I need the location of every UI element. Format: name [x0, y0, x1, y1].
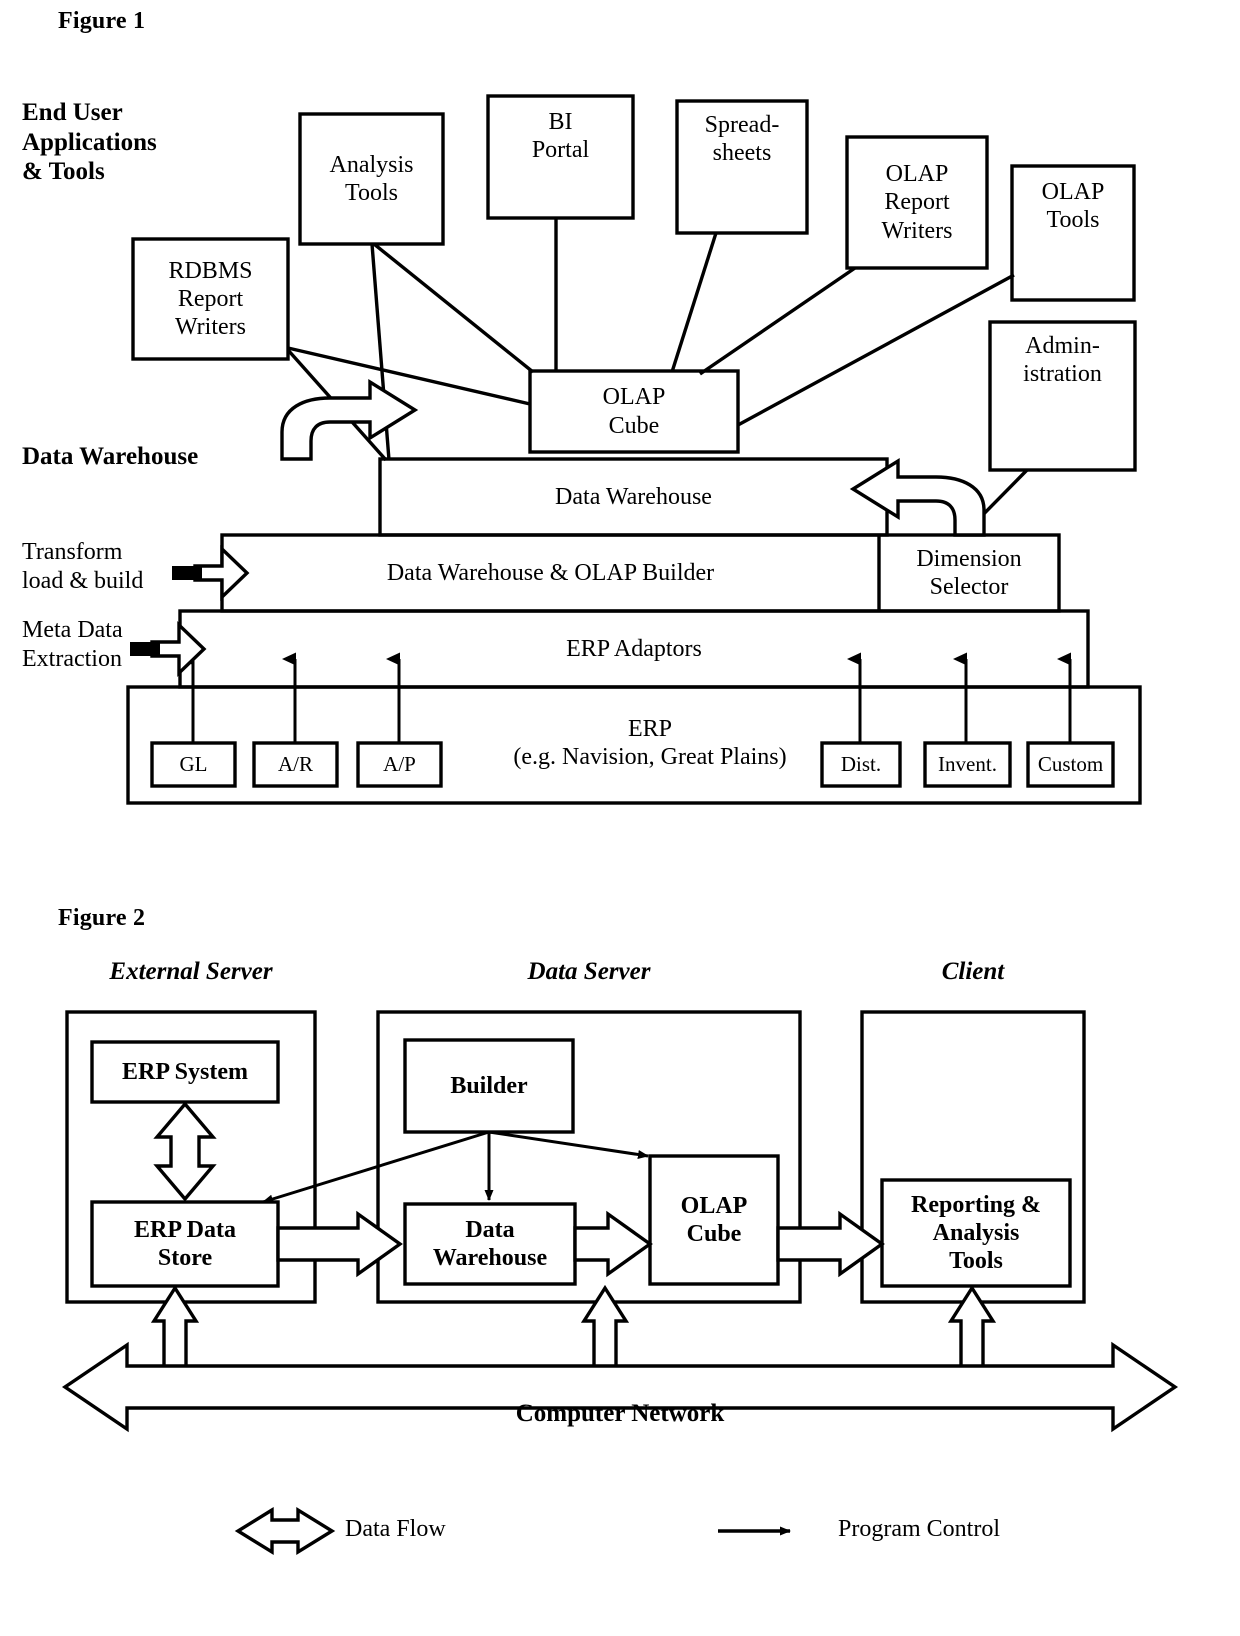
erp-system-datastore-dataflow-arrow: [153, 1101, 217, 1202]
erp-module-gl-box: [150, 741, 237, 788]
curved-arrow-dimension-to-dw: [849, 457, 986, 537]
curved-arrow-dw-to-cube: [280, 378, 419, 461]
erp-adaptor-arrows: [180, 652, 1072, 743]
connector-spreadsheets-to-cube: [670, 232, 718, 373]
builder-control-arrows: [262, 1130, 649, 1204]
connector-rdbms-to-cube: [287, 346, 531, 406]
erp-module-ar-box: [252, 741, 339, 788]
figure1-label: Figure 1: [58, 8, 146, 34]
data-warehouse-bar: [378, 457, 889, 537]
olap-cube-box: [528, 369, 740, 454]
meta-data-extraction-label: Meta Data Extraction: [22, 617, 123, 672]
legend-data-flow-icon: [234, 1506, 336, 1556]
figure2-graphics: [61, 1010, 1179, 1556]
data-warehouse-box-f2: [403, 1202, 577, 1286]
erp-module-custom-box: [1026, 741, 1115, 788]
computer-network-label: Computer Network: [515, 1400, 725, 1427]
reporting-analysis-tools-box: [880, 1178, 1072, 1288]
administration-box: [988, 320, 1137, 472]
builder-box: [403, 1038, 575, 1134]
legend-program-control-label: Program Control: [838, 1516, 1000, 1542]
client-container: [860, 1010, 1086, 1304]
builder-to-olap-cube: [488, 1130, 649, 1159]
diagram-canvas: [61, 94, 1179, 1556]
builder-bar: [220, 533, 1061, 613]
figure2-label: Figure 2: [58, 905, 146, 931]
erp-system-box: [90, 1040, 280, 1104]
erp-data-store-box: [90, 1200, 280, 1288]
analysis-tools-box: [298, 112, 445, 246]
data-server-label: Data Server: [527, 958, 651, 985]
erp-adaptors-bar: [178, 609, 1090, 689]
data-warehouse-band-label: Data Warehouse: [22, 443, 199, 470]
olap-tools-box: [1010, 164, 1136, 302]
transform-load-build-label: Transform load & build: [22, 539, 144, 594]
connector-analysis-to-cube: [372, 242, 535, 374]
connector-olap-tools-to-cube: [737, 273, 1015, 427]
spreadsheets-box: [675, 99, 809, 235]
olap-report-writers-box: [845, 135, 989, 270]
rdbms-report-writers-box: [131, 237, 290, 361]
builder-to-erp-data-store: [262, 1130, 490, 1204]
connector-olap-report-writers-to-cube: [699, 266, 856, 376]
bi-portal-box: [486, 94, 635, 220]
end-user-band-label: End User Applications & Tools: [22, 99, 157, 185]
external-server-label: External Server: [109, 958, 273, 985]
dataflow-dw-to-cube: [573, 1210, 653, 1278]
legend-data-flow-label: Data Flow: [345, 1516, 446, 1542]
erp-module-invent-box: [923, 741, 1012, 788]
dataflow-cube-to-tools: [776, 1210, 885, 1278]
erp-module-dist-box: [820, 741, 902, 788]
dataflow-erpstore-to-dw: [276, 1210, 403, 1278]
client-label: Client: [941, 958, 1005, 985]
olap-cube-box-f2: [648, 1154, 780, 1286]
erp-module-ap-box: [356, 741, 443, 788]
diagram-page: Figure 1 End User Applications & Tools D…: [0, 0, 1240, 1636]
